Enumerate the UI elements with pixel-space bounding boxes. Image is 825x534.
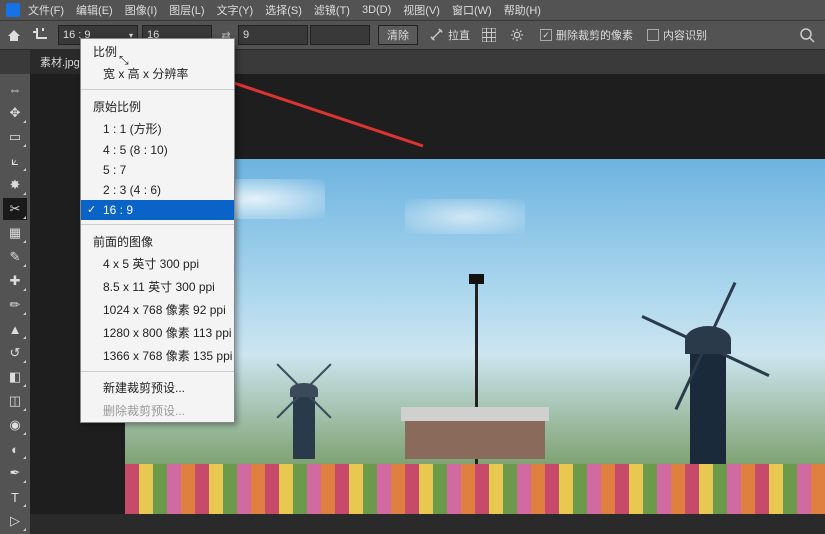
checkbox-icon: ✓ bbox=[540, 29, 552, 41]
straighten-icon[interactable] bbox=[428, 26, 446, 44]
preset-item-ratio-0[interactable]: 1 : 1 (方形) bbox=[81, 117, 234, 140]
menu-bar: 文件(F) 编辑(E) 图像(I) 图层(L) 文字(Y) 选择(S) 滤镜(T… bbox=[0, 0, 825, 20]
crop-tool[interactable]: ✂ bbox=[3, 198, 27, 220]
crop-resolution-input[interactable] bbox=[310, 25, 370, 45]
delete-cropped-pixels-checkbox[interactable]: ✓ 删除裁剪的像素 bbox=[540, 27, 633, 43]
preset-item-ratio-1[interactable]: 4 : 5 (8 : 10) bbox=[81, 140, 234, 160]
tool-handles-icon[interactable]: ⇔ bbox=[3, 78, 27, 100]
dropdown-group-ratio: 比例 bbox=[81, 39, 234, 62]
preset-item-new[interactable]: 新建裁剪预设... bbox=[81, 376, 234, 399]
preset-item-ratio-4[interactable]: 16 : 9 bbox=[81, 200, 234, 220]
delete-cropped-pixels-label: 删除裁剪的像素 bbox=[556, 27, 633, 43]
blur-tool[interactable]: ◉ bbox=[3, 414, 27, 436]
menu-edit[interactable]: 编辑(E) bbox=[76, 2, 113, 18]
tools-panel: ⇔ ✥ ▭ ⟀ ✸ ✂ ▦ ✎ ✚ ✏ ▲ ↺ ◧ ◫ ◉ ◐ ✒ T ▷ bbox=[0, 74, 30, 534]
crop-height-input[interactable] bbox=[238, 25, 308, 45]
overlay-grid-icon[interactable] bbox=[480, 26, 498, 44]
content-aware-label: 内容识别 bbox=[663, 27, 707, 43]
menu-file[interactable]: 文件(F) bbox=[28, 2, 64, 18]
crop-settings-icon[interactable] bbox=[508, 26, 526, 44]
menu-layer[interactable]: 图层(L) bbox=[169, 2, 204, 18]
search-icon[interactable] bbox=[799, 27, 815, 43]
history-brush-tool[interactable]: ↺ bbox=[3, 342, 27, 364]
menu-type[interactable]: 文字(Y) bbox=[217, 2, 254, 18]
separator bbox=[81, 224, 234, 225]
dropdown-group-front-image: 前面的图像 bbox=[81, 229, 234, 252]
gradient-tool[interactable]: ◫ bbox=[3, 390, 27, 412]
preset-item-delete[interactable]: 删除裁剪预设... bbox=[81, 399, 234, 422]
preset-item-size-4[interactable]: 1366 x 768 像素 135 ppi bbox=[81, 344, 234, 367]
heal-tool[interactable]: ✚ bbox=[3, 270, 27, 292]
path-select-tool[interactable]: ▷ bbox=[3, 510, 27, 532]
home-icon[interactable] bbox=[6, 28, 22, 42]
quick-select-tool[interactable]: ✸ bbox=[3, 174, 27, 196]
separator bbox=[81, 89, 234, 90]
menu-image[interactable]: 图像(I) bbox=[125, 2, 157, 18]
brush-tool[interactable]: ✏ bbox=[3, 294, 27, 316]
menu-window[interactable]: 窗口(W) bbox=[452, 2, 492, 18]
preset-item-ratio-3[interactable]: 2 : 3 (4 : 6) bbox=[81, 180, 234, 200]
app-logo-icon bbox=[6, 3, 20, 17]
preset-item-size-0[interactable]: 4 x 5 英寸 300 ppi bbox=[81, 252, 234, 275]
move-tool[interactable]: ✥ bbox=[3, 102, 27, 124]
crop-preset-dropdown: ⤡ 比例 宽 x 高 x 分辨率 原始比例 1 : 1 (方形) 4 : 5 (… bbox=[80, 38, 235, 423]
pen-tool[interactable]: ✒ bbox=[3, 462, 27, 484]
stamp-tool[interactable]: ▲ bbox=[3, 318, 27, 340]
preset-item-size-3[interactable]: 1280 x 800 像素 113 ppi bbox=[81, 321, 234, 344]
checkbox-icon bbox=[647, 29, 659, 41]
dodge-tool[interactable]: ◐ bbox=[3, 438, 27, 460]
marquee-tool[interactable]: ▭ bbox=[3, 126, 27, 148]
menu-filter[interactable]: 滤镜(T) bbox=[314, 2, 350, 18]
separator bbox=[81, 371, 234, 372]
menu-select[interactable]: 选择(S) bbox=[265, 2, 302, 18]
straighten-label: 拉直 bbox=[448, 27, 470, 43]
preset-item-wxh[interactable]: 宽 x 高 x 分辨率 bbox=[81, 62, 234, 85]
preset-item-size-2[interactable]: 1024 x 768 像素 92 ppi bbox=[81, 298, 234, 321]
clear-button[interactable]: 清除 bbox=[378, 25, 418, 45]
type-tool[interactable]: T bbox=[3, 486, 27, 508]
preset-item-ratio-2[interactable]: 5 : 7 bbox=[81, 160, 234, 180]
eyedropper-tool[interactable]: ✎ bbox=[3, 246, 27, 268]
frame-tool[interactable]: ▦ bbox=[3, 222, 27, 244]
menu-3d[interactable]: 3D(D) bbox=[362, 4, 391, 16]
preset-item-size-1[interactable]: 8.5 x 11 英寸 300 ppi bbox=[81, 275, 234, 298]
content-aware-checkbox[interactable]: 内容识别 bbox=[647, 27, 707, 43]
menu-help[interactable]: 帮助(H) bbox=[504, 2, 541, 18]
eraser-tool[interactable]: ◧ bbox=[3, 366, 27, 388]
crop-tool-icon[interactable] bbox=[32, 27, 48, 43]
menu-view[interactable]: 视图(V) bbox=[403, 2, 440, 18]
dropdown-group-original: 原始比例 bbox=[81, 94, 234, 117]
lasso-tool[interactable]: ⟀ bbox=[3, 150, 27, 172]
